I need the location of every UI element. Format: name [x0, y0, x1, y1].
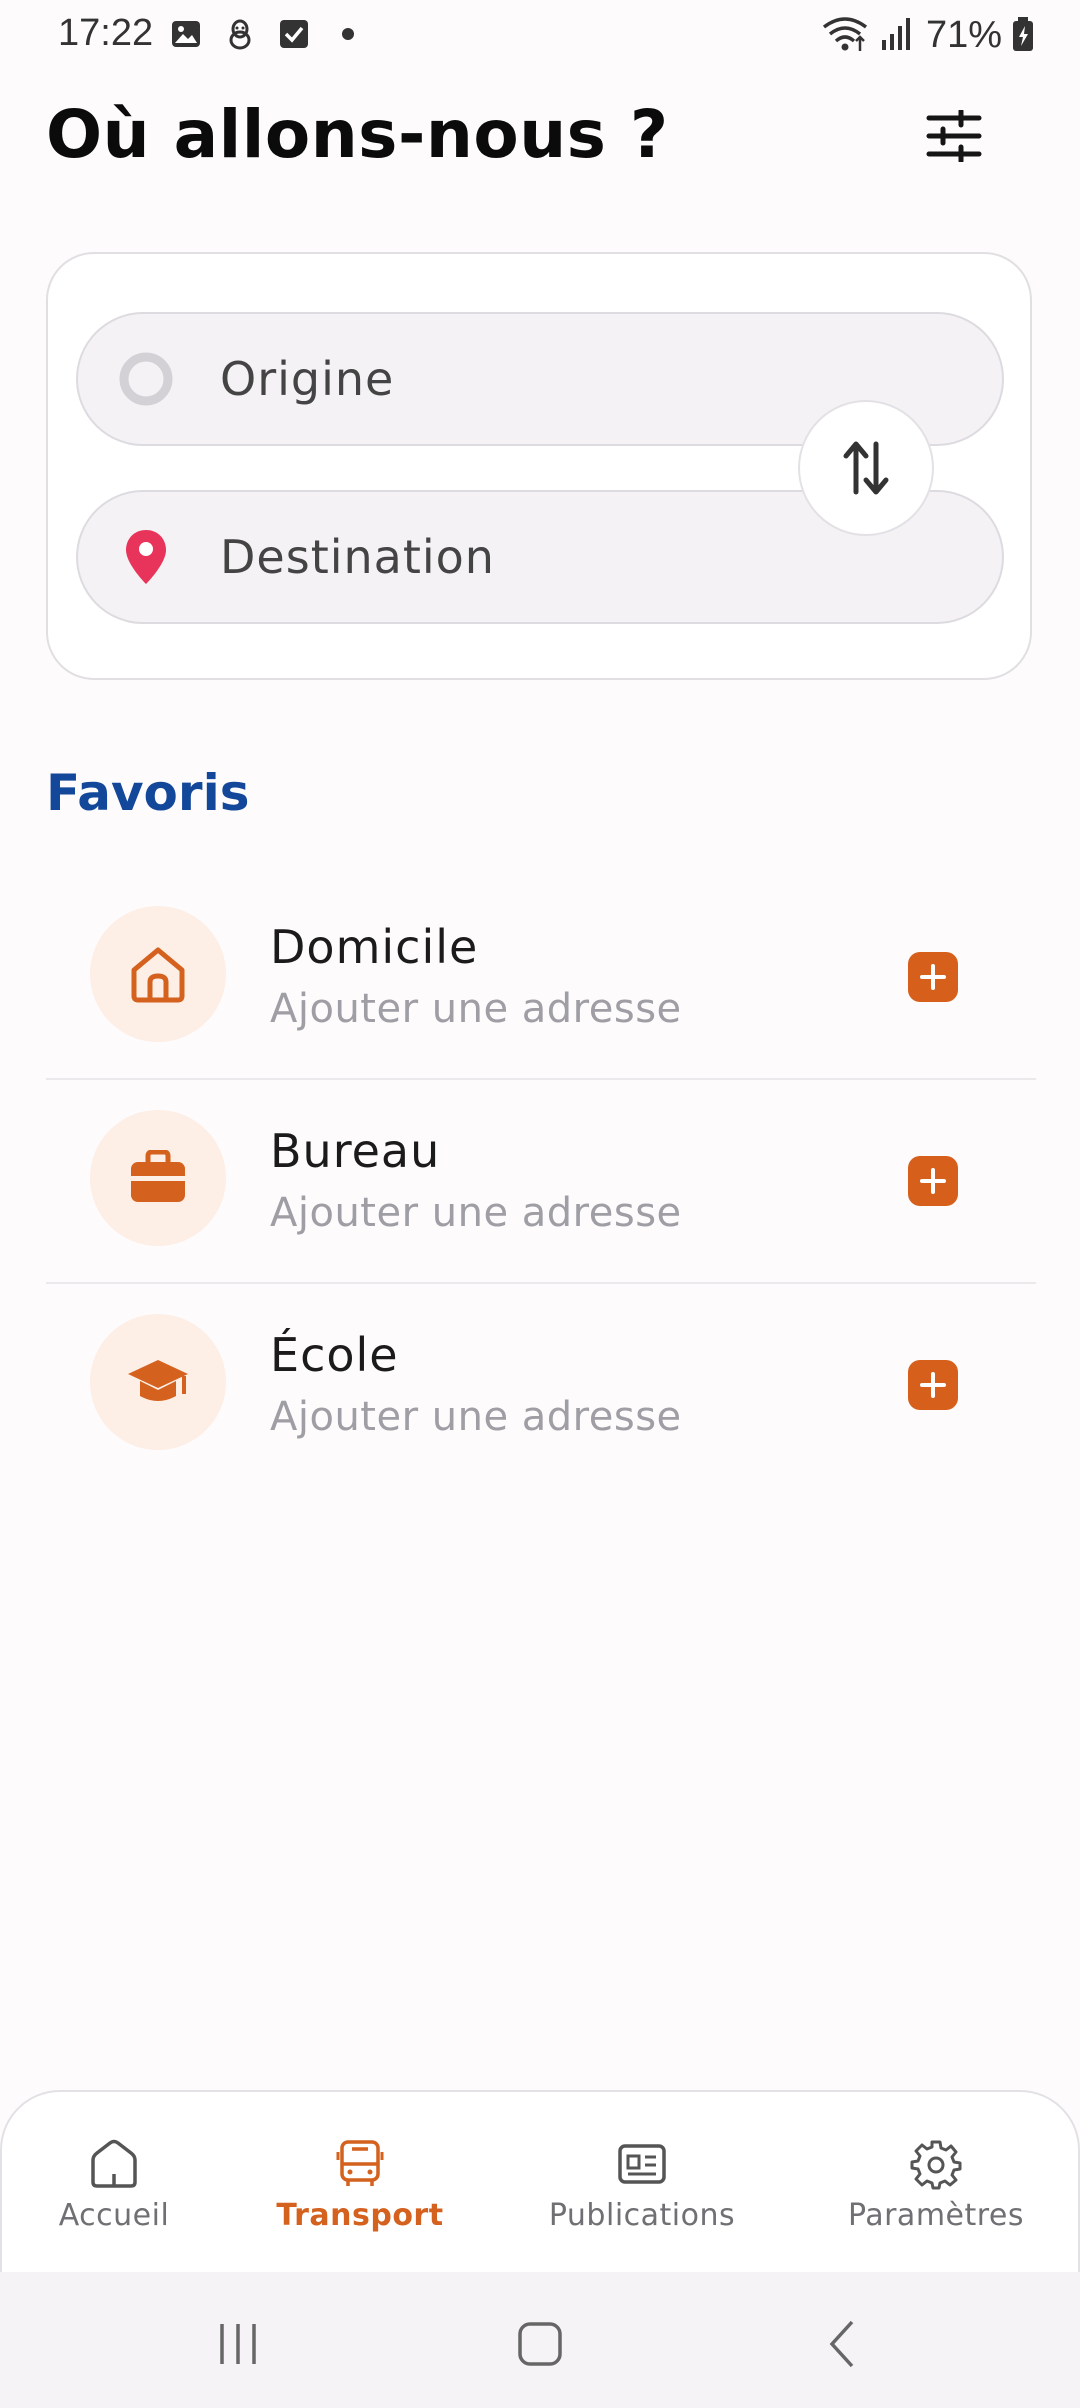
status-notification-icons: [170, 18, 364, 50]
plus-icon: [920, 964, 946, 990]
favorite-subtitle: Ajouter une adresse: [270, 1394, 682, 1440]
recent-apps-button[interactable]: [208, 2314, 268, 2374]
add-address-button[interactable]: [908, 952, 958, 1002]
status-time: 17:22: [58, 12, 154, 54]
dot-icon: [332, 18, 364, 50]
home-button[interactable]: [510, 2314, 570, 2374]
nav-label: Transport: [276, 2198, 444, 2233]
briefcase-icon: [90, 1110, 226, 1246]
destination-placeholder: Destination: [220, 530, 495, 584]
home-icon: [90, 906, 226, 1042]
bus-icon: [332, 2136, 388, 2192]
favorite-subtitle: Ajouter une adresse: [270, 1190, 682, 1236]
nav-item-transport[interactable]: Transport: [250, 2136, 470, 2233]
nav-label: Publications: [548, 2198, 736, 2233]
home-outline-icon: [86, 2136, 142, 2192]
nav-label: Paramètres: [847, 2198, 1025, 2233]
swap-vertical-icon: [843, 441, 889, 495]
favorite-item-school[interactable]: École Ajouter une adresse: [46, 1284, 1036, 1486]
favorite-name: École: [270, 1328, 399, 1382]
newspaper-icon: [614, 2136, 670, 2192]
favorite-name: Domicile: [270, 920, 479, 974]
swap-button[interactable]: [798, 400, 934, 536]
favorite-item-home[interactable]: Domicile Ajouter une adresse: [46, 876, 1036, 1080]
android-icon: [224, 18, 256, 50]
checkbox-icon: [278, 18, 310, 50]
origin-placeholder: Origine: [220, 352, 395, 406]
favorite-item-office[interactable]: Bureau Ajouter une adresse: [46, 1080, 1036, 1284]
favorite-subtitle: Ajouter une adresse: [270, 986, 682, 1032]
favorite-name: Bureau: [270, 1124, 441, 1178]
nav-label: Accueil: [58, 2198, 170, 2233]
back-chevron-icon: [829, 2320, 854, 2368]
wifi-icon: [820, 15, 870, 57]
origin-circle-icon: [116, 349, 176, 409]
nav-item-parametres[interactable]: Paramètres: [826, 2136, 1046, 2233]
location-pin-icon: [116, 527, 176, 587]
battery-icon: [1012, 16, 1034, 56]
bottom-navigation: Accueil Transport Publications Paramètre…: [0, 2090, 1080, 2272]
image-icon: [170, 18, 202, 50]
gear-icon: [908, 2136, 964, 2192]
favorites-list: Domicile Ajouter une adresse Bureau Ajou…: [46, 876, 1036, 1486]
back-button[interactable]: [814, 2314, 874, 2374]
plus-icon: [920, 1168, 946, 1194]
recent-apps-icon: [220, 2324, 256, 2364]
page-title: Où allons-nous ?: [46, 96, 669, 173]
add-address-button[interactable]: [908, 1156, 958, 1206]
system-navigation-bar: [0, 2272, 1080, 2408]
nav-item-accueil[interactable]: Accueil: [4, 2136, 224, 2233]
sliders-icon: [926, 110, 982, 162]
signal-icon: [880, 16, 916, 56]
route-search-card: Origine Destination: [46, 252, 1032, 680]
status-bar: 17:22 71%: [0, 0, 1080, 72]
filter-button[interactable]: [916, 104, 992, 168]
home-square-icon: [518, 2322, 562, 2366]
nav-item-publications[interactable]: Publications: [532, 2136, 752, 2233]
plus-icon: [920, 1372, 946, 1398]
status-system-icons: 71%: [820, 14, 1034, 57]
add-address-button[interactable]: [908, 1360, 958, 1410]
graduation-cap-icon: [90, 1314, 226, 1450]
battery-percentage: 71%: [925, 14, 1002, 56]
favorites-title: Favoris: [46, 764, 250, 822]
